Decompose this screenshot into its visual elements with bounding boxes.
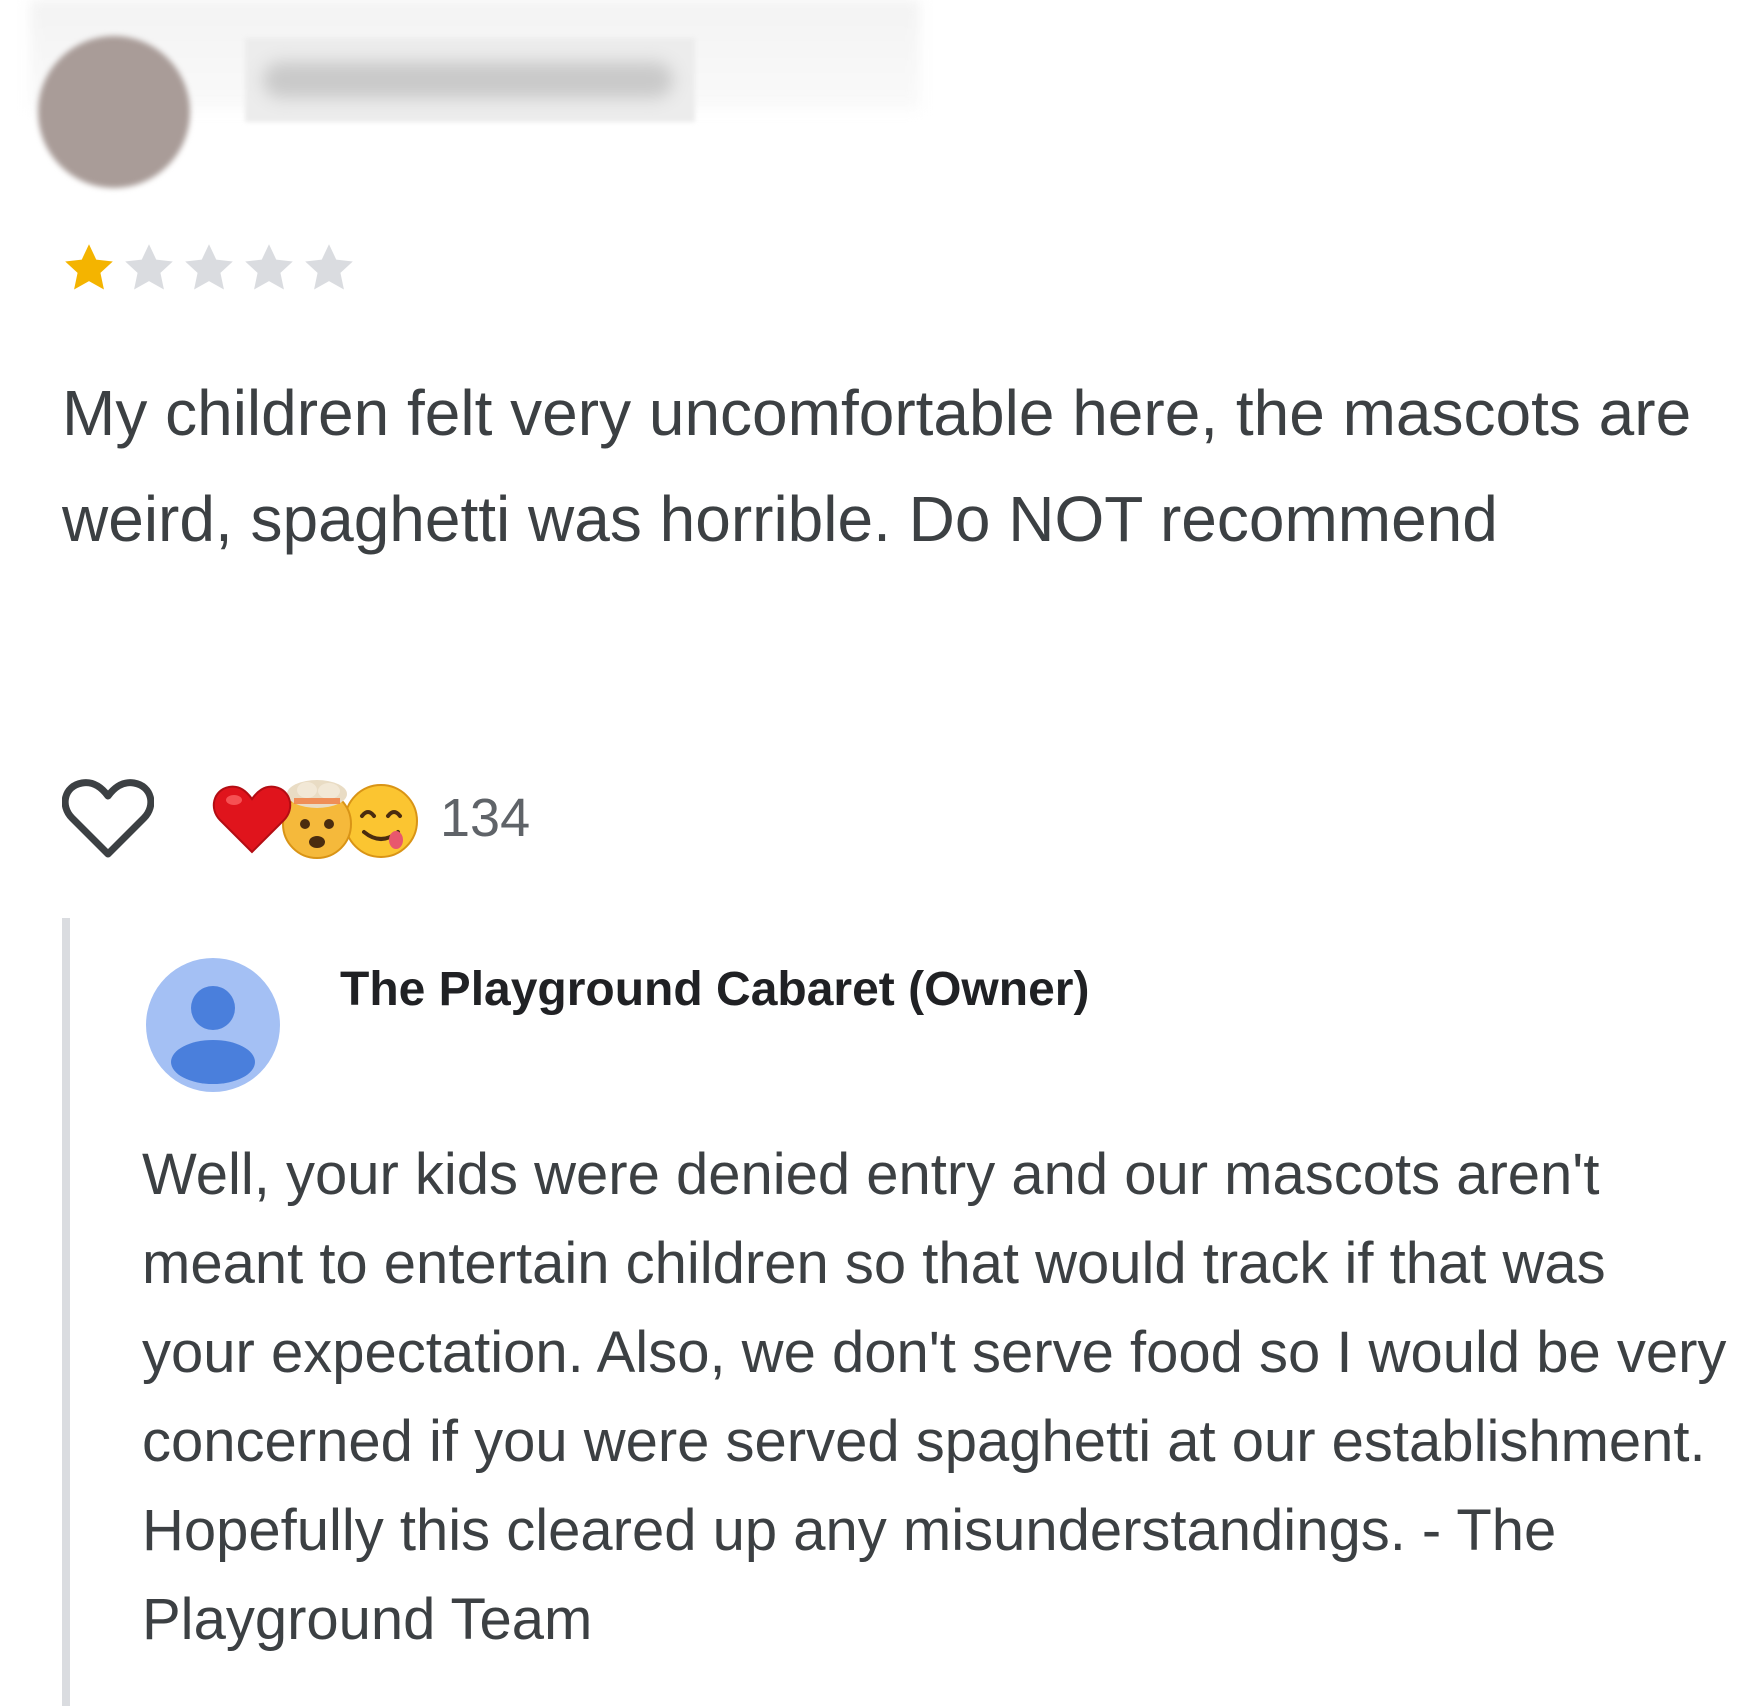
reaction-emojis[interactable] [212,768,432,868]
red-heart-emoji [212,782,292,859]
reviewer-avatar[interactable] [38,36,190,188]
default-person-icon [171,986,255,1084]
star-empty-icon [305,244,353,290]
heart-outline-icon[interactable] [58,768,158,868]
reply-thread-bar [62,918,70,1706]
star-empty-icon [125,244,173,290]
reaction-bar: 134 [58,768,530,868]
star-empty-icon [245,244,293,290]
star-empty-icon [185,244,233,290]
owner-name[interactable]: The Playground Cabaret (Owner) [340,962,1089,1017]
reviewer-name-redacted [245,38,695,122]
star-rating [60,240,358,296]
review-text: My children felt very uncomfortable here… [62,377,1692,555]
owner-avatar[interactable] [146,958,280,1092]
owner-reply-text: Well, your kids were denied entry and ou… [142,1142,1727,1652]
reaction-count: 134 [440,788,531,848]
star-filled-icon [65,244,113,290]
